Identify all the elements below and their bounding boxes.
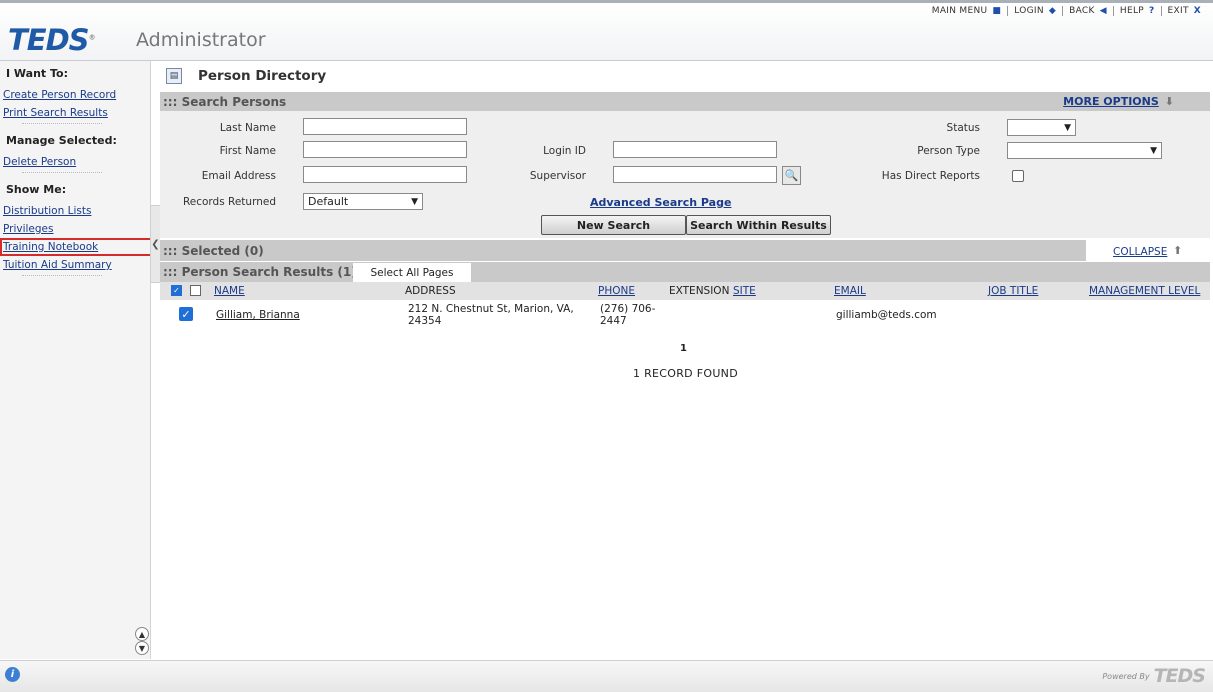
- page-number[interactable]: 1: [680, 343, 687, 354]
- create-person-record-link[interactable]: Create Person Record: [3, 89, 150, 101]
- login-link[interactable]: LOGIN ◆: [1008, 6, 1064, 16]
- first-name-input[interactable]: [303, 141, 467, 158]
- records-returned-label: Records Returned: [182, 196, 276, 208]
- teds-logo: TEDS®: [8, 23, 96, 57]
- column-job-title[interactable]: JOB TITLE: [988, 285, 1038, 297]
- training-notebook-link[interactable]: Training Notebook: [0, 238, 153, 256]
- delete-person-link[interactable]: Delete Person: [3, 156, 150, 168]
- manage-selected-heading: Manage Selected:: [6, 134, 117, 147]
- magnifier-icon: 🔍: [784, 169, 799, 182]
- column-phone[interactable]: PHONE: [598, 285, 635, 297]
- main-content: ▤ Person Directory ::: Search Persons MO…: [160, 61, 1210, 659]
- chevron-down-icon: ▼: [1150, 145, 1157, 156]
- check-all-icon[interactable]: ✓: [171, 285, 182, 296]
- row-address: 212 N. Chestnut St, Marion, VA, 24354: [408, 303, 574, 327]
- email-address-input[interactable]: [303, 166, 467, 183]
- page-title-row: ▤ Person Directory: [160, 61, 1210, 91]
- column-name[interactable]: NAME: [214, 285, 245, 297]
- distribution-lists-link[interactable]: Distribution Lists: [3, 205, 150, 217]
- person-type-select[interactable]: ▼: [1007, 142, 1162, 159]
- column-address: ADDRESS: [405, 285, 456, 297]
- divider: [22, 172, 102, 173]
- tuition-aid-summary-link[interactable]: Tuition Aid Summary: [3, 259, 150, 271]
- column-site[interactable]: SITE: [733, 285, 756, 297]
- person-directory-icon: ▤: [166, 68, 182, 84]
- person-name-link[interactable]: Gilliam, Brianna: [216, 309, 300, 321]
- search-panel: Last Name First Name Email Address Recor…: [160, 111, 1210, 238]
- selected-header: ::: Selected (0): [160, 240, 1086, 261]
- footer: i Powered By TEDS: [0, 660, 1213, 692]
- privileges-link[interactable]: Privileges: [3, 223, 150, 235]
- email-address-label: Email Address: [201, 170, 276, 182]
- login-id-label: Login ID: [543, 145, 586, 157]
- supervisor-lookup-button[interactable]: 🔍: [782, 166, 801, 185]
- up-arrow-icon[interactable]: ⬆: [1173, 244, 1182, 257]
- login-id-input[interactable]: [613, 141, 777, 158]
- app-title: Administrator: [136, 29, 266, 51]
- records-found-text: 1 RECORD FOUND: [633, 367, 738, 380]
- page-title: Person Directory: [198, 68, 327, 84]
- row-checkbox[interactable]: ✓: [179, 307, 193, 321]
- uncheck-all-checkbox[interactable]: [190, 285, 201, 296]
- row-email: gilliamb@teds.com: [836, 309, 937, 321]
- results-header: ::: Person Search Results (1): [160, 262, 1210, 282]
- down-arrow-icon: ⬇: [1164, 95, 1174, 108]
- print-search-results-link[interactable]: Print Search Results: [3, 107, 150, 119]
- sidebar: I Want To: Create Person Record Print Se…: [0, 61, 153, 659]
- diamond-icon: ◆: [1048, 6, 1057, 16]
- close-icon: X: [1193, 6, 1201, 16]
- search-within-results-button[interactable]: Search Within Results: [686, 215, 831, 235]
- advanced-search-link[interactable]: Advanced Search Page: [590, 196, 731, 209]
- show-me-heading: Show Me:: [6, 183, 67, 196]
- info-icon[interactable]: i: [5, 667, 20, 682]
- results-table-header: ✓ NAME ADDRESS PHONE EXTENSION SITE EMAI…: [160, 282, 1210, 300]
- chevron-down-icon: ▼: [411, 196, 418, 207]
- top-nav: MAIN MENU ■ LOGIN ◆ BACK ◀ HELP? EXIT X: [926, 6, 1207, 16]
- exit-link[interactable]: EXIT X: [1162, 6, 1207, 16]
- scroll-down-icon[interactable]: ▼: [135, 641, 149, 655]
- divider: [22, 275, 102, 276]
- search-persons-header: ::: Search Persons MORE OPTIONS ⬇: [160, 92, 1210, 112]
- main-menu-link[interactable]: MAIN MENU ■: [926, 6, 1009, 16]
- help-link[interactable]: HELP?: [1114, 6, 1162, 16]
- status-select[interactable]: ▼: [1007, 119, 1076, 136]
- column-management-level[interactable]: MANAGEMENT LEVEL: [1089, 285, 1200, 297]
- records-returned-select[interactable]: Default ▼: [303, 193, 423, 210]
- row-phone: (276) 706- 2447: [600, 303, 656, 327]
- new-search-button[interactable]: New Search: [541, 215, 686, 235]
- i-want-to-heading: I Want To:: [6, 67, 69, 80]
- column-email[interactable]: EMAIL: [834, 285, 866, 297]
- question-icon: ?: [1149, 6, 1155, 16]
- scroll-up-icon[interactable]: ▲: [135, 627, 149, 641]
- chevron-down-icon: ▼: [1064, 122, 1071, 133]
- has-direct-reports-label: Has Direct Reports: [881, 170, 980, 182]
- collapse-link[interactable]: COLLAPSE: [1113, 246, 1167, 258]
- header-bar: MAIN MENU ■ LOGIN ◆ BACK ◀ HELP? EXIT X TEDS…: [0, 3, 1213, 61]
- first-name-label: First Name: [219, 145, 276, 157]
- person-type-label: Person Type: [917, 145, 980, 157]
- back-link[interactable]: BACK ◀: [1063, 6, 1114, 16]
- supervisor-input[interactable]: [613, 166, 777, 183]
- has-direct-reports-checkbox[interactable]: [1012, 170, 1024, 182]
- supervisor-label: Supervisor: [529, 170, 586, 182]
- powered-by-logo: Powered By TEDS: [1102, 665, 1206, 687]
- last-name-label: Last Name: [219, 122, 276, 134]
- back-arrow-icon: ◀: [1099, 6, 1107, 16]
- column-extension: EXTENSION: [669, 285, 730, 297]
- status-label: Status: [946, 122, 980, 134]
- divider: [22, 123, 102, 124]
- select-all-pages-button[interactable]: Select All Pages: [353, 263, 471, 282]
- more-options-link[interactable]: MORE OPTIONS ⬇: [1063, 95, 1174, 108]
- square-icon: ■: [992, 6, 1002, 16]
- last-name-input[interactable]: [303, 118, 467, 135]
